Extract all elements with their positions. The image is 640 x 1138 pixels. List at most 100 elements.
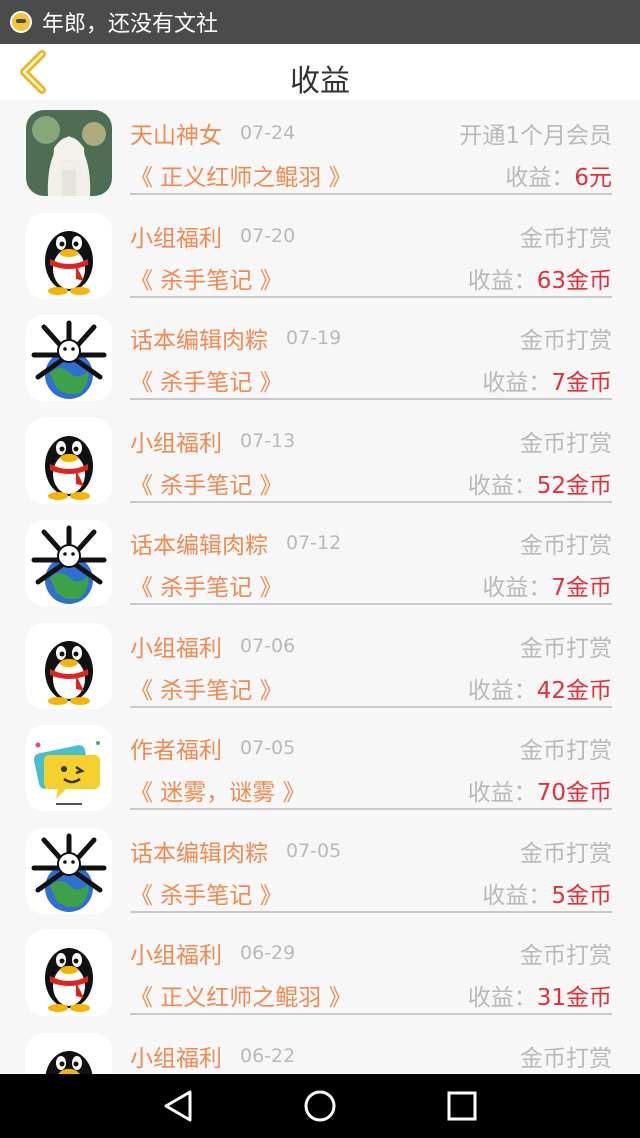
row-divider <box>130 295 612 298</box>
globe-avatar-icon <box>26 315 112 401</box>
earning-type: 金币打赏 <box>520 635 612 662</box>
earning-amount-row: 收益：52金币 <box>468 466 612 500</box>
triangle-back-icon <box>164 1090 192 1122</box>
earning-amount-row: 收益：70金币 <box>468 773 612 807</box>
earning-type: 金币打赏 <box>520 943 612 969</box>
earning-amount-row: 收益：63金币 <box>468 261 612 295</box>
sender-name: 作者福利 <box>130 738 222 764</box>
book-title[interactable]: 《 杀手笔记 》 <box>130 568 283 602</box>
list-item[interactable]: 话本编辑肉粽 07-05 金币打赏《 杀手笔记 》 收益：5金币 <box>0 820 640 922</box>
row-divider <box>130 500 612 503</box>
earning-amount-row: 收益：42金币 <box>468 671 612 705</box>
book-title[interactable]: 《 杀手笔记 》 <box>130 671 283 705</box>
globe-avatar-icon <box>26 520 112 606</box>
earning-label: 收益： <box>467 677 537 704</box>
item-date: 06-29 <box>240 942 296 964</box>
earning-type: 金币打赏 <box>520 225 612 252</box>
avatar[interactable] <box>26 622 112 709</box>
avatar[interactable] <box>26 417 112 504</box>
penguin-avatar-icon <box>26 1032 112 1074</box>
penguin-avatar-icon <box>26 622 112 709</box>
penguin-avatar-icon <box>26 930 112 1016</box>
earning-label: 收益： <box>467 267 537 294</box>
item-date: 07-12 <box>286 532 342 554</box>
row-divider <box>130 910 612 913</box>
status-bar: 年郎，还没有文社 <box>0 0 640 44</box>
earning-value: 5金币 <box>551 882 612 909</box>
app-notification-icon <box>10 11 32 33</box>
list-item[interactable]: 话本编辑肉粽 07-12 金币打赏《 杀手笔记 》 收益：7金币 <box>0 512 640 614</box>
item-date: 07-19 <box>286 327 342 349</box>
avatar[interactable] <box>26 212 112 299</box>
avatar[interactable] <box>26 827 112 914</box>
status-text: 年郎，还没有文社 <box>42 12 219 37</box>
earning-amount-row: 收益：7金币 <box>482 363 612 397</box>
earning-type: 金币打赏 <box>520 1045 612 1072</box>
sender-name: 天山神女 <box>130 123 222 149</box>
book-title[interactable]: 《 正义红师之鲲羽 》 <box>130 158 352 192</box>
earning-type: 金币打赏 <box>520 533 612 559</box>
avatar[interactable] <box>26 520 112 606</box>
earning-value: 6元 <box>574 165 612 191</box>
item-date: 07-13 <box>240 429 296 452</box>
item-date: 07-06 <box>240 634 296 657</box>
earning-value: 7金币 <box>551 575 612 601</box>
square-recents-icon <box>447 1091 477 1121</box>
smiley-avatar-icon <box>26 725 112 811</box>
penguin-avatar-icon <box>26 212 112 299</box>
list-item[interactable]: 话本编辑肉粽 07-19 金币打赏《 杀手笔记 》 收益：7金币 <box>0 307 640 409</box>
earning-type: 金币打赏 <box>520 738 612 764</box>
system-nav-bar <box>0 1074 640 1138</box>
list-item[interactable]: 小组福利 06-29 金币打赏《 正义红师之鲲羽 》 收益：31金币 <box>0 922 640 1024</box>
avatar[interactable] <box>26 930 112 1016</box>
item-date: 07-05 <box>286 839 342 862</box>
list-item[interactable]: 小组福利 07-13 金币打赏《 杀手笔记 》 收益：52金币 <box>0 410 640 512</box>
earning-label: 收益： <box>467 985 537 1011</box>
sender-name: 话本编辑肉粽 <box>130 533 268 559</box>
earning-value: 31金币 <box>536 985 612 1011</box>
list-item[interactable]: 天山神女 07-24 开通1个月会员《 正义红师之鲲羽 》 收益：6元 <box>0 102 640 204</box>
earning-value: 63金币 <box>536 267 612 294</box>
list-item[interactable]: 小组福利 07-06 金币打赏《 杀手笔记 》 收益：42金币 <box>0 615 640 717</box>
sender-name: 话本编辑肉粽 <box>130 328 268 354</box>
earning-label: 收益： <box>467 780 537 806</box>
book-title[interactable]: 《 杀手笔记 》 <box>130 261 283 295</box>
earning-label: 收益： <box>505 165 575 191</box>
avatar[interactable] <box>26 315 112 401</box>
earning-type: 金币打赏 <box>520 840 612 867</box>
page-title: 收益 <box>290 64 350 99</box>
nav-back-button[interactable] <box>160 1088 196 1124</box>
list-item[interactable]: 小组福利 07-20 金币打赏《 杀手笔记 》 收益：63金币 <box>0 205 640 307</box>
avatar[interactable] <box>26 1032 112 1074</box>
book-title[interactable]: 《 正义红师之鲲羽 》 <box>130 978 352 1012</box>
earning-amount-row: 收益：5金币 <box>482 876 612 910</box>
header: 收益 <box>0 44 640 100</box>
earning-value: 52金币 <box>536 472 612 499</box>
item-date: 07-20 <box>240 224 296 247</box>
nav-recents-button[interactable] <box>444 1088 480 1124</box>
book-title[interactable]: 《 迷雾，谜雾 》 <box>130 773 306 807</box>
avatar[interactable] <box>26 110 112 196</box>
earning-value: 7金币 <box>551 370 612 396</box>
globe-avatar-icon <box>26 827 112 914</box>
row-divider <box>130 808 612 810</box>
book-title[interactable]: 《 杀手笔记 》 <box>130 363 283 397</box>
earning-amount-row: 收益：7金币 <box>482 568 612 602</box>
earning-type: 金币打赏 <box>520 328 612 354</box>
earnings-list[interactable]: 天山神女 07-24 开通1个月会员《 正义红师之鲲羽 》收益：6元 小组福利 07-2… <box>0 100 640 1074</box>
row-divider <box>130 193 612 195</box>
book-title[interactable]: 《 杀手笔记 》 <box>130 876 283 910</box>
earning-type: 开通1个月会员 <box>459 123 612 149</box>
nav-home-button[interactable] <box>302 1088 338 1124</box>
avatar[interactable] <box>26 725 112 811</box>
list-item[interactable]: 小组福利 06-22 金币打赏 <box>0 1025 640 1074</box>
sender-name: 小组福利 <box>130 943 222 969</box>
row-divider <box>130 603 612 605</box>
penguin-avatar-icon <box>26 417 112 504</box>
list-item[interactable]: 作者福利 07-05 金币打赏《 迷雾，谜雾 》 收益：70金币 <box>0 717 640 819</box>
earning-amount-row: 收益：6元 <box>505 158 612 192</box>
anime-avatar-icon <box>26 110 112 196</box>
book-title[interactable]: 《 杀手笔记 》 <box>130 466 283 500</box>
earning-label: 收益： <box>482 370 552 396</box>
earning-label: 收益： <box>482 882 552 909</box>
